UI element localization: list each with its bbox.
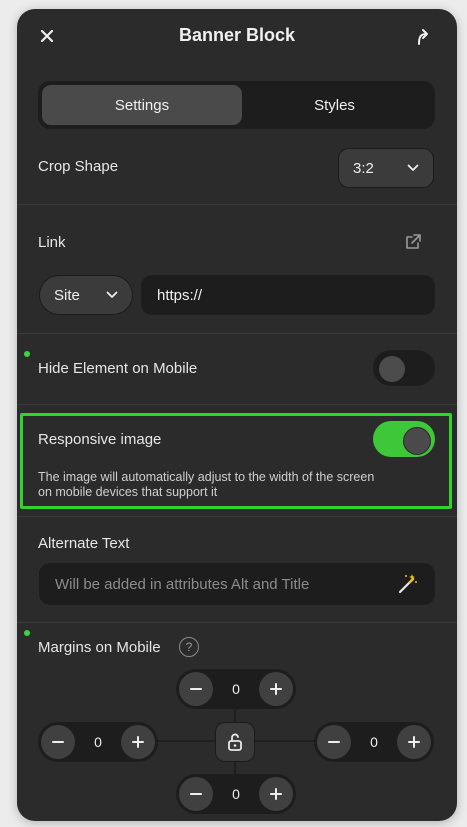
minus-icon	[52, 741, 64, 743]
divider	[17, 622, 457, 623]
alt-text-label: Alternate Text	[38, 535, 130, 552]
divider	[17, 204, 457, 205]
divider	[17, 333, 457, 334]
ai-generate-button[interactable]	[393, 570, 421, 598]
increment-button[interactable]	[396, 725, 431, 759]
minus-icon	[190, 688, 202, 690]
plus-icon	[407, 736, 420, 748]
alt-text-input[interactable]: Will be added in attributes Alt and Titl…	[39, 563, 435, 605]
margin-bottom-stepper: 0	[176, 774, 296, 814]
divider	[17, 516, 457, 517]
alt-text-placeholder: Will be added in attributes Alt and Titl…	[55, 575, 310, 593]
plus-icon	[131, 736, 144, 748]
share-icon	[418, 29, 428, 45]
help-icon[interactable]: ?	[179, 637, 199, 657]
decrement-button[interactable]	[179, 672, 213, 706]
magic-wand-icon	[398, 574, 417, 594]
margins-mobile-label: Margins on Mobile	[38, 639, 161, 656]
hide-mobile-toggle[interactable]	[373, 350, 435, 386]
share-button[interactable]	[409, 22, 437, 50]
increment-button[interactable]	[258, 672, 293, 706]
decrement-button[interactable]	[41, 725, 75, 759]
margin-right-value[interactable]: 0	[370, 734, 378, 750]
unlock-icon	[228, 733, 242, 751]
external-link-icon	[406, 234, 421, 249]
margin-left-stepper: 0	[38, 722, 158, 762]
open-link-button[interactable]	[399, 228, 427, 256]
minus-icon	[328, 741, 340, 743]
responsive-image-toggle[interactable]	[373, 421, 435, 457]
toggle-knob	[403, 427, 431, 455]
settings-styles-tabs: Settings Styles	[38, 81, 435, 129]
crop-shape-label: Crop Shape	[38, 158, 119, 175]
increment-button[interactable]	[258, 777, 293, 811]
margin-top-stepper: 0	[176, 669, 296, 709]
crop-shape-select[interactable]: 3:2	[338, 148, 434, 188]
margin-top-value[interactable]: 0	[232, 681, 240, 697]
decrement-button[interactable]	[179, 777, 213, 811]
margin-bottom-value[interactable]: 0	[232, 786, 240, 802]
link-type-value: Site	[54, 286, 80, 304]
modified-indicator-dot	[24, 351, 30, 357]
banner-block-panel: Banner Block Settings Styles Crop Shape …	[17, 9, 457, 821]
panel-title: Banner Block	[178, 25, 296, 45]
link-url-value: https://	[157, 286, 203, 304]
chevron-down-icon	[407, 164, 419, 171]
toggle-knob	[379, 356, 405, 382]
increment-button[interactable]	[120, 725, 155, 759]
crop-shape-value: 3:2	[353, 159, 374, 177]
tab-styles[interactable]: Styles	[238, 85, 431, 125]
margin-right-stepper: 0	[314, 722, 434, 762]
link-type-select[interactable]: Site	[39, 275, 133, 315]
decrement-button[interactable]	[317, 725, 351, 759]
plus-icon	[269, 788, 282, 800]
description-line-1: The image will automatically adjust to t…	[38, 470, 375, 484]
hide-mobile-label: Hide Element on Mobile	[38, 360, 198, 377]
lock-margins-button[interactable]	[215, 722, 255, 762]
responsive-image-label: Responsive image	[38, 431, 162, 448]
modified-indicator-dot	[24, 630, 30, 636]
divider	[17, 404, 457, 405]
margin-left-value[interactable]: 0	[94, 734, 102, 750]
chevron-down-icon	[106, 291, 118, 298]
responsive-image-description: The image will automatically adjust to t…	[38, 470, 374, 500]
link-label: Link	[38, 234, 66, 251]
tab-settings[interactable]: Settings	[42, 85, 242, 125]
plus-icon	[269, 683, 282, 695]
description-line-2: on mobile devices that support it	[38, 485, 218, 499]
minus-icon	[190, 793, 202, 795]
link-url-input[interactable]: https://	[141, 275, 435, 315]
